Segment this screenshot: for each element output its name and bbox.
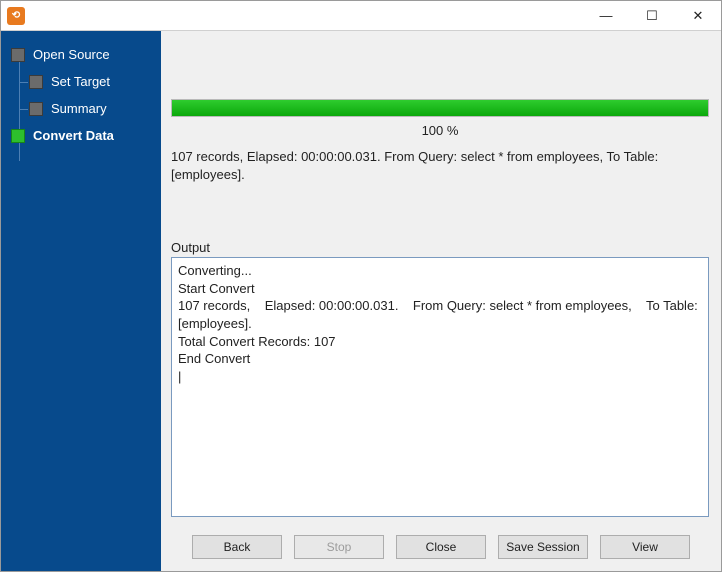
app-icon: ⟲ — [7, 7, 25, 25]
sidebar-item-label: Summary — [51, 101, 107, 116]
step-box-icon — [29, 75, 43, 89]
button-row: Back Stop Close Save Session View — [161, 525, 721, 571]
sidebar-item-open-source[interactable]: Open Source — [1, 41, 161, 68]
window-maximize-button[interactable]: ☐ — [629, 1, 675, 31]
step-box-icon — [11, 129, 25, 143]
wizard-sidebar: Open Source Set Target Summary Convert D… — [1, 31, 161, 571]
sidebar-item-summary[interactable]: Summary — [1, 95, 161, 122]
step-box-icon — [29, 102, 43, 116]
title-bar: ⟲ — ☐ ✕ — [1, 1, 721, 31]
window-close-button[interactable]: ✕ — [675, 1, 721, 31]
progress-percent-label: 100 % — [171, 117, 709, 142]
step-box-icon — [11, 48, 25, 62]
sidebar-item-label: Open Source — [33, 47, 110, 62]
output-label: Output — [171, 240, 709, 255]
sidebar-item-label: Set Target — [51, 74, 110, 89]
output-textarea[interactable]: Converting... Start Convert 107 records,… — [171, 257, 709, 517]
stop-button: Stop — [294, 535, 384, 559]
save-session-button[interactable]: Save Session — [498, 535, 588, 559]
progress-bar — [171, 99, 709, 117]
progress-fill — [172, 100, 708, 116]
main-panel: 100 % 107 records, Elapsed: 00:00:00.031… — [161, 31, 721, 571]
sidebar-item-label: Convert Data — [33, 128, 114, 143]
view-button[interactable]: View — [600, 535, 690, 559]
close-button[interactable]: Close — [396, 535, 486, 559]
sidebar-item-set-target[interactable]: Set Target — [1, 68, 161, 95]
status-line: 107 records, Elapsed: 00:00:00.031. From… — [171, 142, 709, 184]
sidebar-item-convert-data[interactable]: Convert Data — [1, 122, 161, 149]
back-button[interactable]: Back — [192, 535, 282, 559]
window-minimize-button[interactable]: — — [583, 1, 629, 31]
